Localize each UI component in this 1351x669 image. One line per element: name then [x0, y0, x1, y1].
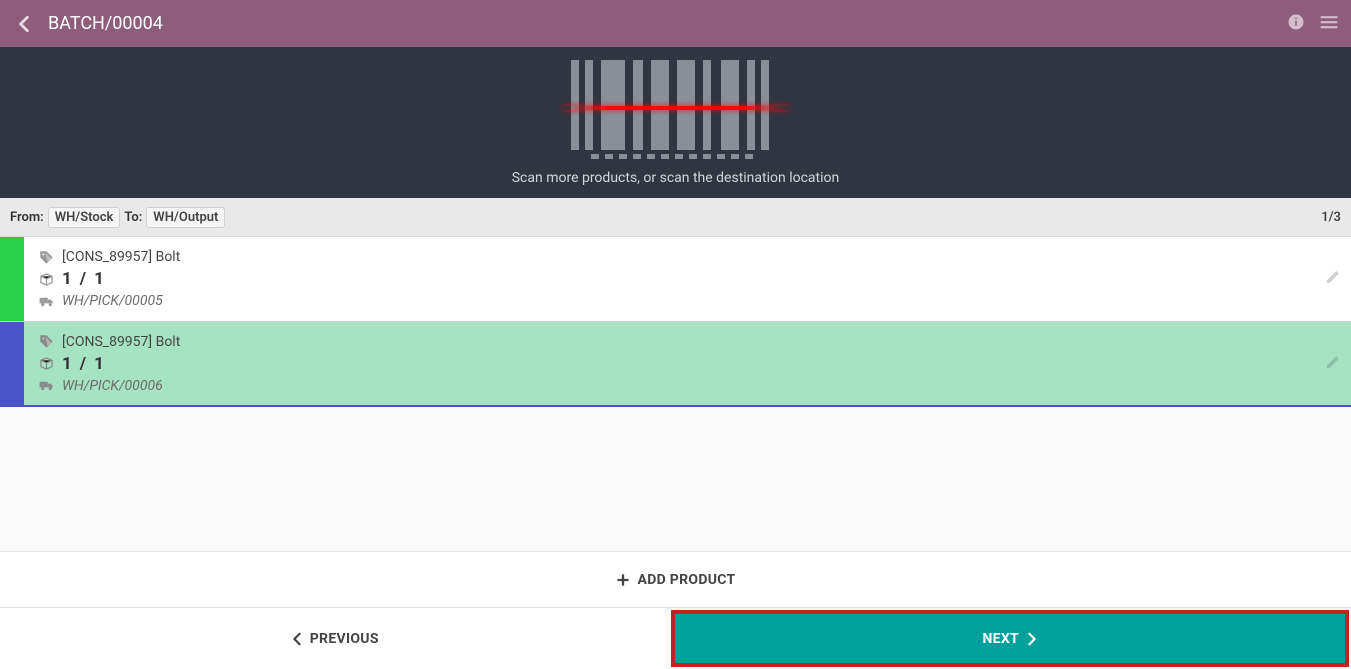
- app-header: BATCH/00004: [0, 0, 1351, 47]
- pencil-icon: [1325, 269, 1341, 285]
- info-icon: [1287, 13, 1305, 31]
- qty-row: 1 / 1: [38, 354, 1339, 374]
- chevron-left-icon: [292, 632, 302, 646]
- page-title: BATCH/00004: [48, 13, 1287, 34]
- product-row: [CONS_89957] Bolt: [38, 249, 1339, 265]
- status-stripe: [0, 237, 24, 321]
- add-product-label: ADD PRODUCT: [638, 572, 736, 588]
- source-doc: WH/PICK/00005: [62, 293, 163, 309]
- edit-line-button[interactable]: [1325, 269, 1341, 289]
- move-line[interactable]: [CONS_89957] Bolt 1 / 1 WH/PICK/00005: [0, 237, 1351, 322]
- qty-slash: /: [80, 354, 88, 374]
- scan-message: Scan more products, or scan the destinat…: [512, 170, 840, 186]
- truck-icon: [38, 293, 54, 309]
- pencil-icon: [1325, 354, 1341, 370]
- qty-total: 1: [94, 269, 106, 289]
- move-line[interactable]: [CONS_89957] Bolt 1 / 1 WH/PICK/00006: [0, 322, 1351, 407]
- previous-label: PREVIOUS: [310, 631, 379, 647]
- qty-value: 1 / 1: [62, 354, 106, 374]
- tag-icon: [38, 249, 54, 265]
- box-icon: [38, 356, 54, 372]
- product-name: [CONS_89957] Bolt: [62, 249, 180, 265]
- location-bar: From: WH/Stock To: WH/Output 1/3: [0, 198, 1351, 237]
- chevron-left-icon: [17, 15, 31, 33]
- truck-icon: [38, 378, 54, 394]
- product-name: [CONS_89957] Bolt: [62, 334, 180, 350]
- tag-icon: [38, 334, 54, 350]
- qty-total: 1: [94, 354, 106, 374]
- qty-slash: /: [80, 269, 88, 289]
- line-body: [CONS_89957] Bolt 1 / 1 WH/PICK/00006: [24, 322, 1351, 405]
- previous-button[interactable]: PREVIOUS: [0, 608, 671, 669]
- header-actions: [1287, 13, 1339, 35]
- from-label: From:: [10, 210, 44, 225]
- box-icon: [38, 271, 54, 287]
- next-button[interactable]: NEXT: [671, 610, 1350, 667]
- info-button[interactable]: [1287, 13, 1305, 35]
- scan-line: [563, 106, 789, 110]
- qty-done: 1: [62, 354, 74, 374]
- back-button[interactable]: [12, 12, 36, 36]
- product-row: [CONS_89957] Bolt: [38, 334, 1339, 350]
- bottom-nav: PREVIOUS NEXT: [0, 607, 1351, 669]
- from-location[interactable]: WH/Stock: [48, 207, 121, 228]
- menu-button[interactable]: [1319, 13, 1339, 35]
- qty-row: 1 / 1: [38, 269, 1339, 289]
- to-location[interactable]: WH/Output: [146, 207, 225, 228]
- to-label: To:: [124, 210, 142, 225]
- plus-icon: [616, 573, 630, 587]
- scan-banner: Scan more products, or scan the destinat…: [0, 47, 1351, 198]
- chevron-right-icon: [1027, 632, 1037, 646]
- source-row: WH/PICK/00006: [38, 378, 1339, 394]
- content-filler: [0, 407, 1351, 551]
- status-stripe: [0, 322, 24, 405]
- barcode-graphic: [571, 60, 781, 160]
- source-doc: WH/PICK/00006: [62, 378, 163, 394]
- barcode-icon: [571, 60, 781, 160]
- next-label: NEXT: [982, 631, 1019, 647]
- line-body: [CONS_89957] Bolt 1 / 1 WH/PICK/00005: [24, 237, 1351, 321]
- move-lines: [CONS_89957] Bolt 1 / 1 WH/PICK/00005: [0, 237, 1351, 407]
- line-count: 1/3: [1321, 210, 1341, 225]
- menu-icon: [1319, 13, 1339, 31]
- qty-done: 1: [62, 269, 74, 289]
- edit-line-button[interactable]: [1325, 354, 1341, 374]
- source-row: WH/PICK/00005: [38, 293, 1339, 309]
- qty-value: 1 / 1: [62, 269, 106, 289]
- app-root: BATCH/00004: [0, 0, 1351, 669]
- add-product-button[interactable]: ADD PRODUCT: [0, 551, 1351, 607]
